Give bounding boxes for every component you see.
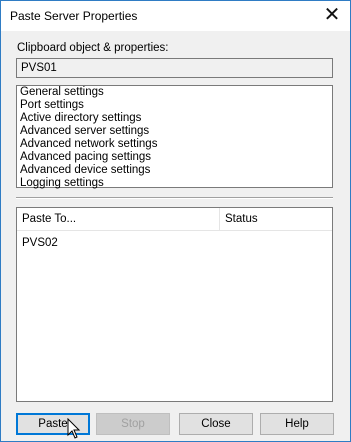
- list-item[interactable]: Active directory settings: [20, 112, 329, 125]
- list-item[interactable]: Port settings: [20, 99, 329, 112]
- list-item[interactable]: Logging settings: [20, 177, 329, 190]
- list-item[interactable]: Advanced device settings: [20, 164, 329, 177]
- mouse-pointer-icon: [67, 418, 81, 439]
- paste-server-properties-dialog: Paste Server Properties ✕ Clipboard obje…: [0, 0, 351, 442]
- list-item[interactable]: Advanced server settings: [20, 125, 329, 138]
- title-bar: Paste Server Properties ✕: [1, 1, 350, 31]
- divider: [16, 197, 333, 199]
- clipboard-object-field: PVS01: [16, 58, 333, 78]
- close-icon[interactable]: ✕: [320, 4, 344, 26]
- help-button[interactable]: Help: [260, 413, 334, 435]
- close-button[interactable]: Close: [179, 413, 253, 435]
- paste-targets-list[interactable]: Paste To... Status PVS02: [16, 207, 333, 402]
- list-item[interactable]: Advanced pacing settings: [20, 151, 329, 164]
- settings-list[interactable]: General settings Port settings Active di…: [16, 85, 333, 190]
- column-header-row: Paste To... Status: [17, 208, 332, 231]
- stop-button: Stop: [96, 413, 170, 435]
- column-header-paste-to[interactable]: Paste To...: [17, 208, 220, 230]
- paste-to-cell: PVS02: [22, 237, 58, 249]
- list-item[interactable]: General settings: [20, 86, 329, 99]
- column-header-status[interactable]: Status: [220, 208, 332, 230]
- list-item[interactable]: Advanced network settings: [20, 138, 329, 151]
- window-title: Paste Server Properties: [10, 9, 138, 23]
- table-row[interactable]: PVS02: [17, 234, 332, 252]
- clipboard-label: Clipboard object & properties:: [17, 42, 169, 54]
